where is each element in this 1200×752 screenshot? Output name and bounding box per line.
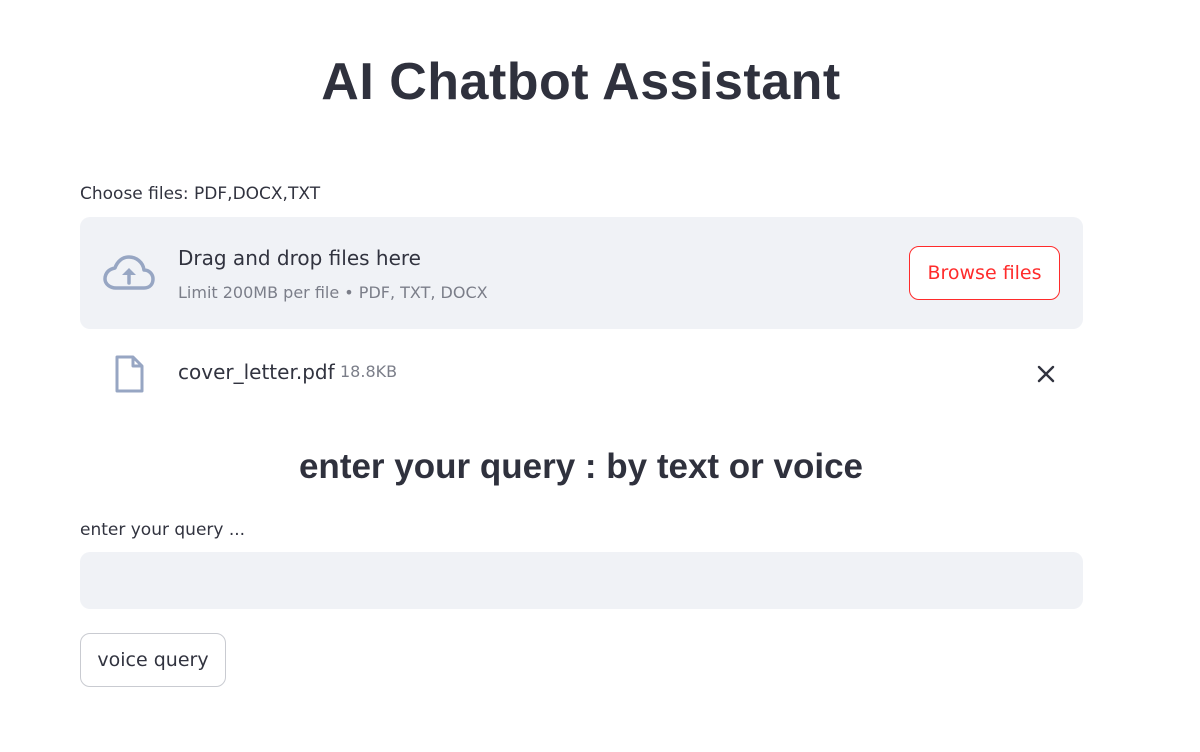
query-input[interactable]	[80, 552, 1083, 609]
close-icon	[1037, 365, 1055, 383]
query-input-label: enter your query ...	[80, 520, 246, 540]
file-dropzone[interactable]: Drag and drop files here Limit 200MB per…	[80, 217, 1083, 329]
dropzone-limit-text: Limit 200MB per file • PDF, TXT, DOCX	[178, 283, 488, 302]
file-icon	[115, 355, 144, 393]
query-section-heading: enter your query : by text or voice	[298, 447, 864, 486]
dropzone-title: Drag and drop files here	[178, 246, 421, 270]
uploaded-file-name: cover_letter.pdf	[178, 360, 335, 384]
browse-files-button[interactable]: Browse files	[909, 246, 1060, 300]
uploaded-file-item: cover_letter.pdf 18.8KB	[80, 345, 1083, 403]
remove-file-button[interactable]	[1030, 358, 1062, 390]
voice-query-button[interactable]: voice query	[80, 633, 226, 687]
cloud-upload-icon	[103, 255, 155, 290]
page-title: AI Chatbot Assistant	[321, 53, 841, 111]
uploaded-file-size: 18.8KB	[340, 362, 398, 381]
file-uploader-label: Choose files: PDF,DOCX,TXT	[80, 184, 321, 204]
